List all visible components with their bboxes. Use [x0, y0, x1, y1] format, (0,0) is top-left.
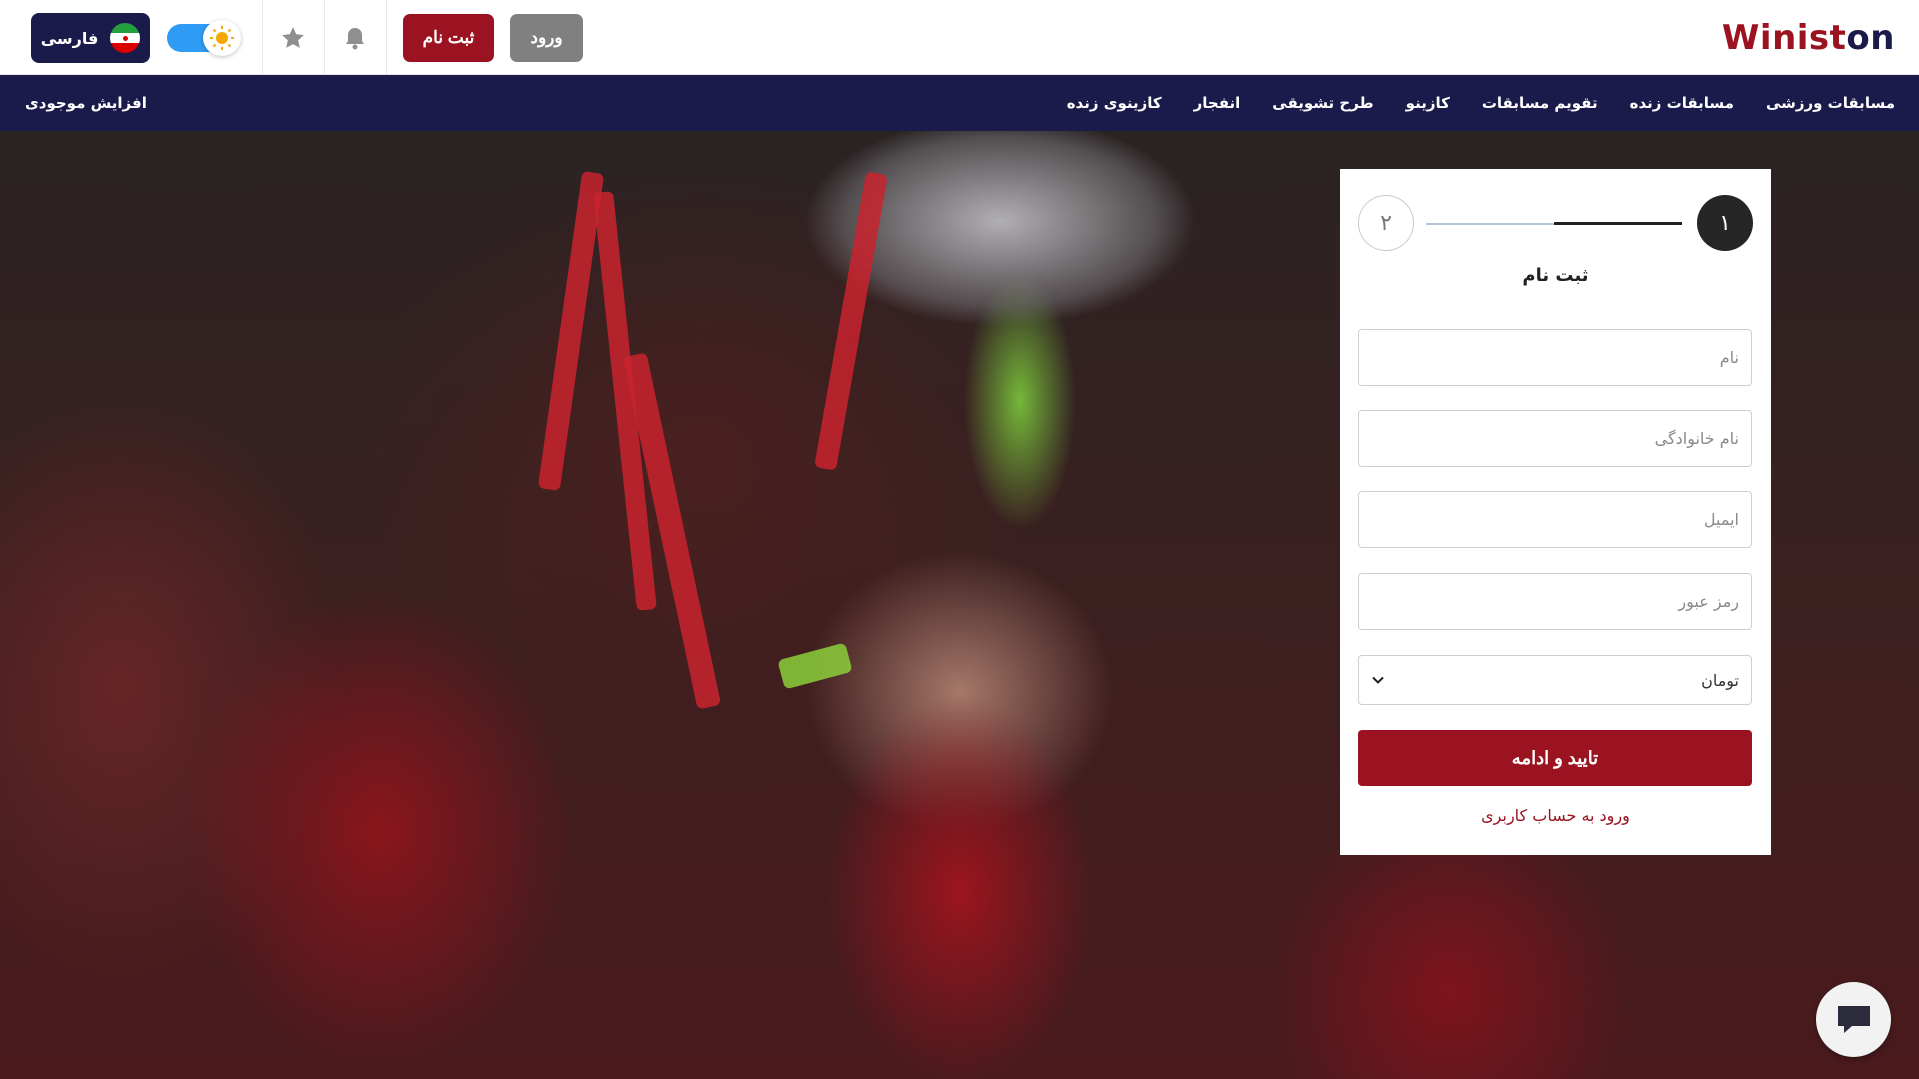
password-field[interactable] — [1358, 573, 1752, 630]
chevron-down-icon — [1372, 676, 1384, 684]
theme-toggle[interactable] — [167, 20, 244, 56]
login-button[interactable]: ورود — [510, 14, 583, 62]
step-1: ۱ — [1697, 195, 1753, 251]
nav-items: مسابقات ورزشی مسابقات زنده تقویم مسابقات… — [1067, 75, 1895, 131]
nav-live[interactable]: مسابقات زنده — [1630, 94, 1734, 112]
divider — [386, 0, 387, 75]
chat-icon — [1837, 1005, 1870, 1033]
currency-value: تومان — [1701, 670, 1739, 690]
site-logo[interactable]: Winiston — [1715, 14, 1895, 62]
language-selector[interactable]: فارسی — [31, 13, 150, 63]
chat-button[interactable] — [1816, 982, 1891, 1057]
last-name-field[interactable] — [1358, 410, 1752, 467]
nav-casino[interactable]: کازینو — [1406, 94, 1450, 112]
favorites-button[interactable] — [273, 18, 313, 58]
nav-calendar[interactable]: تقویم مسابقات — [1482, 94, 1598, 112]
divider — [262, 0, 263, 75]
nav-promotions[interactable]: طرح تشویقی — [1272, 94, 1373, 112]
currency-select[interactable]: تومان — [1358, 655, 1752, 705]
step-2: ۲ — [1358, 195, 1414, 251]
divider — [324, 0, 325, 75]
top-header: Winiston ورود ثبت نام فارسی — [0, 0, 1919, 75]
deposit-link[interactable]: افزایش موجودی — [25, 75, 147, 131]
sun-icon — [210, 26, 234, 50]
nav-live-casino[interactable]: کازینوی زنده — [1067, 94, 1162, 112]
notifications-button[interactable] — [335, 18, 375, 58]
login-account-link[interactable]: ورود به حساب کاربری — [1340, 806, 1771, 825]
register-form: ۲ ۱ ثبت نام تومان تایید و ادامه ورود به … — [1340, 169, 1771, 855]
first-name-field[interactable] — [1358, 329, 1752, 386]
main-nav: مسابقات ورزشی مسابقات زنده تقویم مسابقات… — [0, 75, 1919, 131]
language-label: فارسی — [40, 28, 99, 48]
form-title: ثبت نام — [1522, 265, 1589, 286]
email-field[interactable] — [1358, 491, 1752, 548]
nav-crash[interactable]: انفجار — [1194, 94, 1241, 112]
nav-sports[interactable]: مسابقات ورزشی — [1766, 94, 1895, 112]
bell-icon — [346, 28, 364, 50]
stepper: ۲ ۱ — [1340, 195, 1771, 253]
star-icon — [282, 27, 304, 48]
register-button[interactable]: ثبت نام — [403, 14, 494, 62]
logo-text-a: Winist — [1721, 18, 1847, 58]
logo-text-b: on — [1846, 18, 1895, 58]
iran-flag-icon — [110, 23, 141, 53]
submit-button[interactable]: تایید و ادامه — [1358, 730, 1752, 786]
